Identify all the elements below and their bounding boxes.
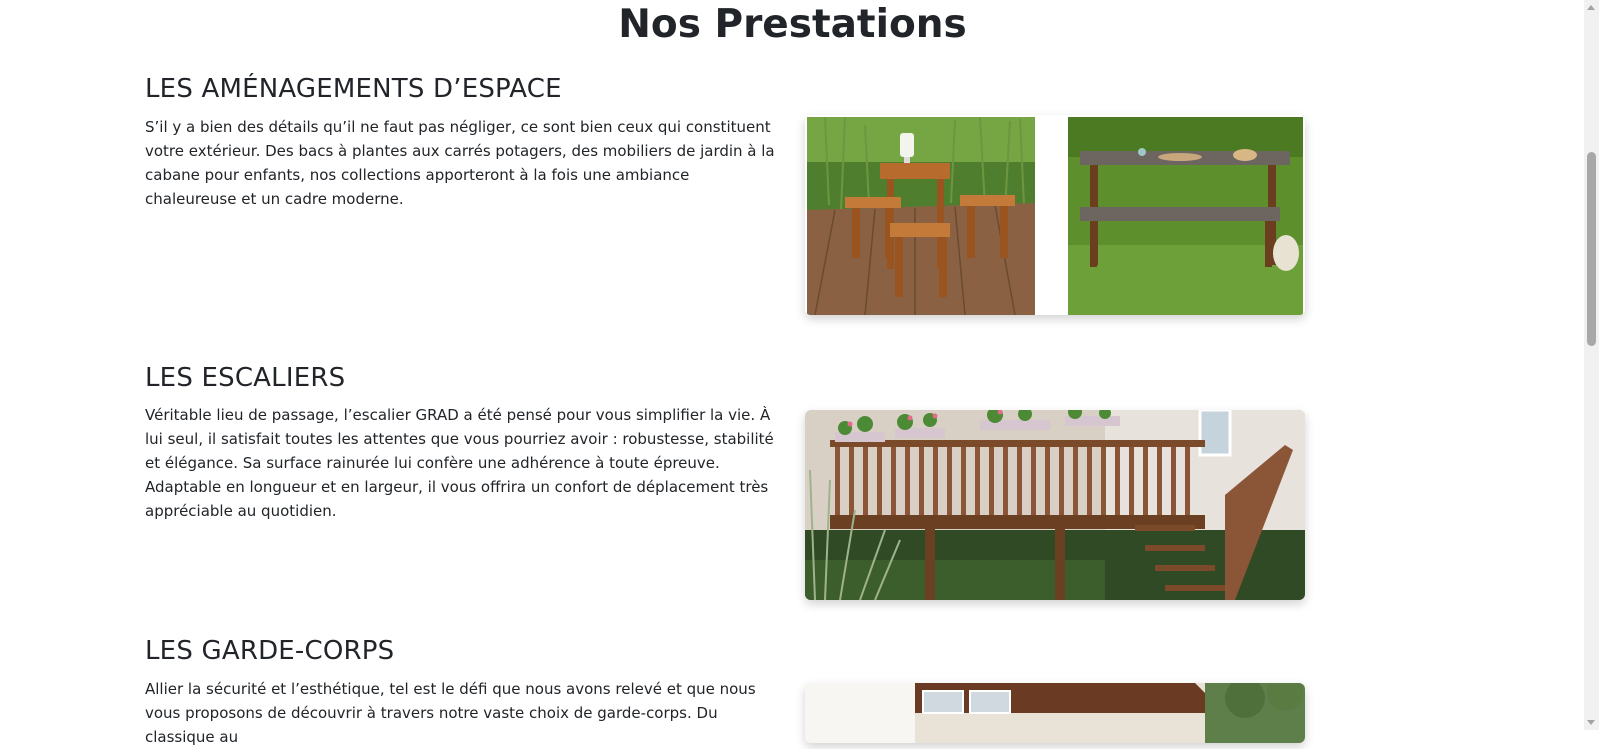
section-title: LES GARDE-CORPS xyxy=(145,636,395,666)
railings-photo xyxy=(805,683,1305,743)
section-image-garden-furniture xyxy=(805,115,1305,315)
garden-furniture-photos xyxy=(805,115,1305,315)
scroll-up-arrow-icon[interactable] xyxy=(1587,5,1595,10)
section-amenagements: LES AMÉNAGEMENTS D’ESPACE S’il y a bien … xyxy=(145,74,1305,324)
section-title: LES ESCALIERS xyxy=(145,363,346,393)
section-image-deck-stairs xyxy=(805,410,1305,600)
section-escaliers: LES ESCALIERS Véritable lieu de passage,… xyxy=(145,363,1305,603)
section-title: LES AMÉNAGEMENTS D’ESPACE xyxy=(145,74,562,104)
section-text: Allier la sécurité et l’esthétique, tel … xyxy=(145,680,756,746)
scroll-down-arrow-icon[interactable] xyxy=(1587,720,1595,725)
scrollbar-thumb[interactable] xyxy=(1587,152,1596,346)
section-text: Véritable lieu de passage, l’escalier GR… xyxy=(145,406,774,520)
deck-stairs-photo xyxy=(805,410,1305,600)
section-text: S’il y a bien des détails qu’il ne faut … xyxy=(145,118,775,208)
vertical-scrollbar[interactable] xyxy=(1584,0,1599,730)
page-title: Nos Prestations xyxy=(618,2,967,47)
section-garde-corps: LES GARDE-CORPS Allier la sécurité et l’… xyxy=(145,636,1305,746)
section-image-railings xyxy=(805,683,1305,743)
